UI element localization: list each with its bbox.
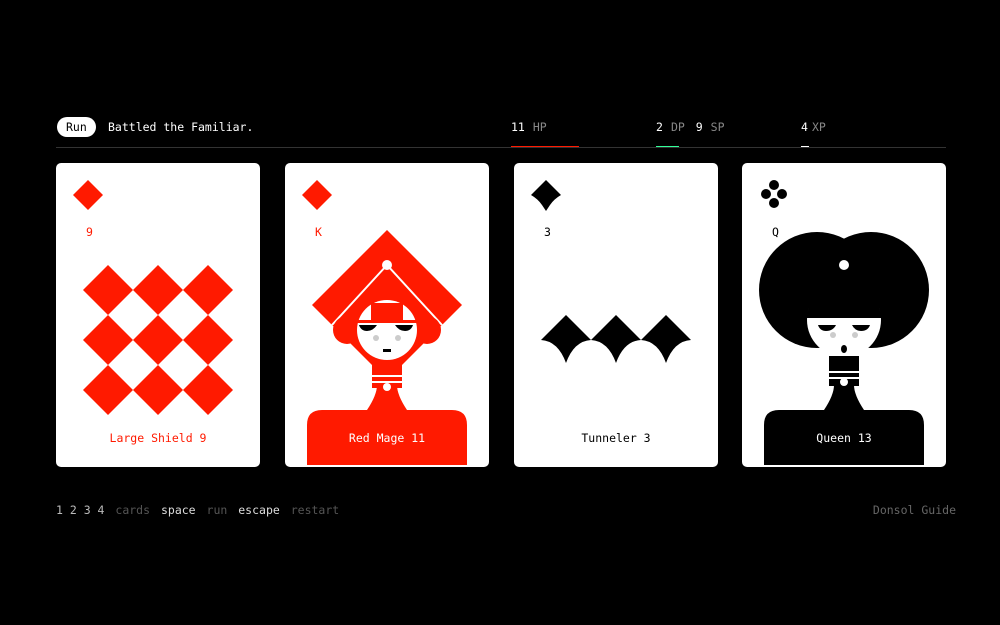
escape-key: escape	[238, 503, 280, 517]
club-icon	[761, 180, 787, 208]
pip	[133, 315, 183, 365]
mage-body	[307, 385, 467, 465]
card-2[interactable]: K Red Mage 11	[285, 163, 489, 467]
card-3-art	[531, 180, 691, 363]
diamond-icon	[73, 180, 103, 210]
keys-desc: cards	[115, 503, 151, 517]
card-3-rank: 3	[544, 225, 551, 239]
card-4-rank: Q	[772, 225, 779, 239]
pip	[641, 315, 691, 363]
card-4-art	[759, 180, 929, 465]
keys-hint: 1 2 3 4	[56, 503, 105, 517]
card-1-rank: 9	[86, 225, 93, 239]
run-button[interactable]: Run	[57, 117, 96, 137]
pip	[83, 365, 133, 415]
pip	[133, 365, 183, 415]
space-desc: run	[206, 503, 228, 517]
pip	[183, 265, 233, 315]
card-4[interactable]: Q Queen 13	[742, 163, 946, 467]
dp-stat: 2 DP 9 SP	[656, 117, 725, 137]
hp-value: 11	[511, 120, 525, 134]
hp-stat: 11 HP	[511, 117, 547, 137]
controls-help: 1 2 3 4 cards space run escape restart	[56, 502, 339, 518]
pip	[541, 315, 591, 363]
xp-value: 4	[801, 120, 808, 134]
xp-stat: 4 XP	[801, 117, 826, 137]
card-2-art	[302, 180, 467, 465]
pip	[183, 365, 233, 415]
pip	[83, 315, 133, 365]
card-2-name: Red Mage 11	[348, 431, 426, 445]
card-3[interactable]: 3 Tunneler 3	[514, 163, 718, 467]
diamond-pips	[83, 265, 233, 415]
spade-pips	[541, 315, 691, 363]
queen-body	[764, 385, 924, 465]
xp-label: XP	[811, 120, 826, 134]
card-2-rank: K	[315, 225, 322, 239]
spade-icon	[531, 180, 561, 211]
space-key: space	[160, 503, 196, 517]
sp-value: 9	[695, 120, 703, 134]
pip	[83, 265, 133, 315]
header-divider	[56, 147, 946, 148]
pip	[183, 315, 233, 365]
guide-link[interactable]: Donsol Guide	[873, 502, 956, 518]
dp-label: DP	[670, 120, 685, 134]
hp-label: HP	[532, 120, 547, 134]
pip	[591, 315, 641, 363]
card-1-name: Large Shield 9	[109, 431, 207, 445]
card-1[interactable]: 9 Large Shield 9	[56, 163, 260, 467]
sp-label: SP	[710, 120, 725, 134]
card-4-name: Queen 13	[816, 431, 872, 445]
status-message: Battled the Familiar.	[108, 120, 254, 134]
escape-desc: restart	[290, 503, 340, 517]
status-bar: Run Battled the Familiar. 11 HP 2 DP 9 SP 4…	[56, 116, 946, 148]
diamond-icon	[302, 180, 332, 210]
card-1-art	[73, 180, 233, 415]
card-3-name: Tunneler 3	[581, 431, 651, 445]
dp-value: 2	[656, 120, 663, 134]
pip	[133, 265, 183, 315]
